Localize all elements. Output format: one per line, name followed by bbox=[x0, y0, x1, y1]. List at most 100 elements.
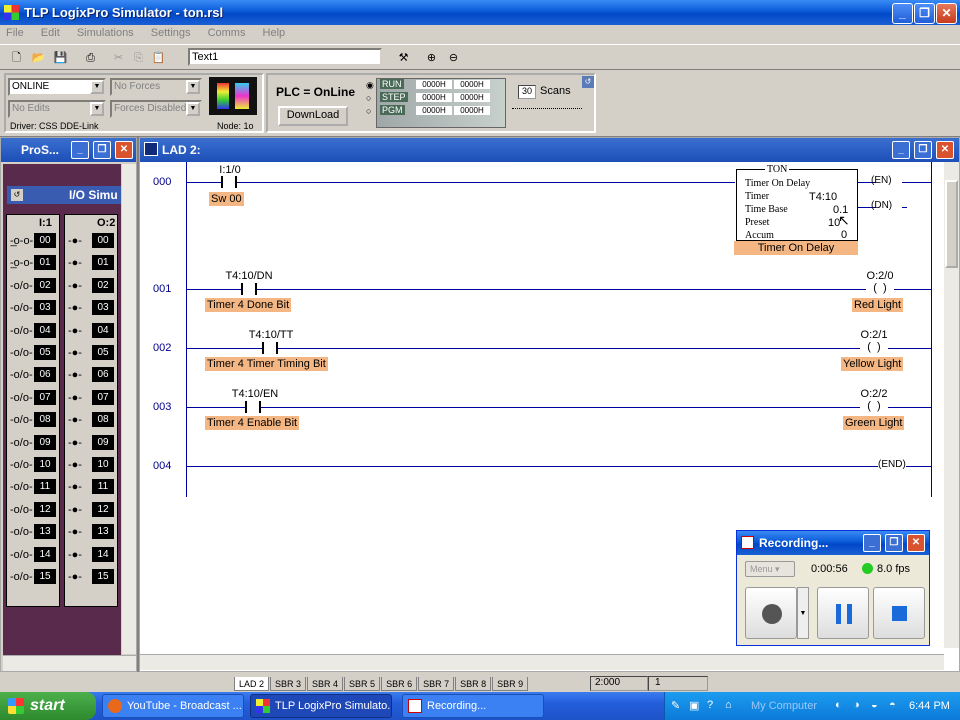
tray-icon[interactable]: ⌂ bbox=[725, 699, 732, 711]
ton-instruction[interactable]: TON Timer On Delay Timer T4:10 Time Base… bbox=[736, 164, 858, 241]
taskbar-item-recording[interactable]: Recording... bbox=[402, 694, 544, 718]
io-subtitle-bar: I/O Simu bbox=[7, 186, 121, 204]
xic-contact[interactable] bbox=[245, 401, 261, 413]
tab-sbr9[interactable]: SBR 9 bbox=[492, 677, 529, 691]
input-switch-row[interactable]: -o/o- 07 bbox=[7, 389, 61, 412]
io-hscrollbar[interactable] bbox=[3, 655, 136, 671]
input-switch-row[interactable]: -o/o- 15 bbox=[7, 569, 61, 591]
input-switch-row[interactable]: -o/o- 05 bbox=[7, 345, 61, 367]
copy-icon[interactable]: ⎘ bbox=[128, 49, 149, 68]
pgm-radio[interactable]: ○ bbox=[366, 106, 371, 116]
input-switch-row[interactable]: -o/o- 09 bbox=[7, 434, 61, 457]
tab-sbr3[interactable]: SBR 3 bbox=[270, 677, 307, 691]
ote-coil[interactable]: ( ) bbox=[860, 400, 888, 414]
close-button[interactable]: ✕ bbox=[936, 141, 954, 159]
mode-select[interactable]: ONLINE ▼ bbox=[8, 78, 106, 96]
input-switch-row[interactable]: -o/o- 06 bbox=[7, 367, 61, 389]
tray-icon[interactable]: ◐ bbox=[835, 699, 842, 711]
input-switch-row[interactable]: -o/o- 04 bbox=[7, 322, 61, 345]
menu-edit[interactable]: Edit bbox=[41, 27, 60, 39]
forces-select[interactable]: No Forces ▼ bbox=[110, 78, 202, 96]
input-switch-row[interactable]: -o/o- 12 bbox=[7, 501, 61, 524]
cut-icon[interactable]: ✂ bbox=[108, 49, 129, 68]
input-switch-row[interactable]: -o/o- 08 bbox=[7, 412, 61, 434]
minimize-button[interactable]: _ bbox=[892, 3, 913, 24]
maximize-button[interactable]: ❐ bbox=[885, 534, 903, 552]
minimize-button[interactable]: _ bbox=[892, 141, 910, 159]
taskbar-item-youtube[interactable]: YouTube - Broadcast ... bbox=[102, 694, 244, 718]
tab-sbr8[interactable]: SBR 8 bbox=[455, 677, 492, 691]
tab-sbr6[interactable]: SBR 6 bbox=[381, 677, 418, 691]
input-switch-row[interactable]: -o/o- 14 bbox=[7, 546, 61, 569]
text-field[interactable]: Text1 bbox=[188, 48, 382, 66]
input-switch-row[interactable]: -o/o- 02 bbox=[7, 277, 61, 300]
maximize-button[interactable]: ❐ bbox=[914, 141, 932, 159]
tray-icon[interactable]: ◓ bbox=[889, 699, 896, 711]
input-switch-row[interactable]: -o/o- 11 bbox=[7, 479, 61, 501]
start-button[interactable]: start bbox=[0, 692, 96, 720]
record-button[interactable] bbox=[745, 587, 797, 639]
run-radio[interactable]: ◉ bbox=[366, 80, 374, 91]
zoom-out-icon[interactable]: ⊖ bbox=[443, 49, 464, 68]
forces-enabled-select[interactable]: Forces Disabled ▼ bbox=[110, 100, 202, 118]
zoom-in-icon[interactable]: ⊕ bbox=[421, 49, 442, 68]
input-switch-row[interactable]: -o/o- 03 bbox=[7, 300, 61, 322]
scroll-thumb[interactable] bbox=[945, 180, 958, 268]
io-vscrollbar[interactable] bbox=[122, 164, 136, 654]
input-switch-row[interactable]: -̲o‑o- 01 bbox=[7, 255, 61, 277]
save-icon[interactable]: 💾 bbox=[50, 49, 71, 68]
tab-sbr4[interactable]: SBR 4 bbox=[307, 677, 344, 691]
input-switch-row[interactable]: -̲o‑o- 00 bbox=[7, 233, 61, 255]
menu-settings[interactable]: Settings bbox=[151, 27, 191, 39]
xic-contact[interactable] bbox=[262, 342, 278, 354]
tray-icon[interactable]: ✎ bbox=[671, 699, 680, 712]
otе-coil[interactable]: ( ) bbox=[866, 282, 894, 296]
menu-help[interactable]: Help bbox=[263, 27, 286, 39]
scan-slider[interactable] bbox=[512, 105, 582, 109]
new-file-icon[interactable]: 🗋 bbox=[6, 49, 27, 68]
ladder-vscrollbar[interactable] bbox=[944, 162, 959, 648]
close-button[interactable]: ✕ bbox=[907, 534, 925, 552]
tray-icon[interactable]: ▣ bbox=[689, 699, 699, 712]
menu-file[interactable]: File bbox=[6, 27, 24, 39]
input-switch-row[interactable]: -o/o- 10 bbox=[7, 457, 61, 479]
xic-contact[interactable] bbox=[241, 283, 257, 295]
ote-coil[interactable]: ( ) bbox=[860, 341, 888, 355]
my-computer-label[interactable]: My Computer bbox=[751, 700, 817, 712]
tab-sbr7[interactable]: SBR 7 bbox=[418, 677, 455, 691]
paste-icon[interactable]: 📋 bbox=[148, 49, 169, 68]
hex-display: 0000H bbox=[454, 93, 490, 102]
taskbar-item-logixpro[interactable]: TLP LogixPro Simulato... bbox=[250, 694, 392, 718]
menu-comms[interactable]: Comms bbox=[208, 27, 246, 39]
tray-icon[interactable]: ? bbox=[707, 699, 713, 711]
open-folder-icon[interactable]: 📂 bbox=[28, 49, 49, 68]
close-button[interactable]: ✕ bbox=[936, 3, 957, 24]
scans-value[interactable]: 30 bbox=[518, 85, 536, 99]
refresh-icon[interactable]: ↺ bbox=[11, 189, 23, 201]
pause-button[interactable] bbox=[817, 587, 869, 639]
print-icon[interactable]: ⎙ bbox=[80, 49, 101, 68]
xic-contact[interactable] bbox=[221, 176, 237, 188]
maximize-button[interactable]: ❐ bbox=[93, 141, 111, 159]
tray-icon[interactable]: ◑ bbox=[853, 699, 860, 711]
edits-select[interactable]: No Edits ▼ bbox=[8, 100, 106, 118]
menu-simulations[interactable]: Simulations bbox=[77, 27, 134, 39]
recording-menu-button[interactable]: Menu ▾ bbox=[745, 561, 795, 577]
record-dropdown[interactable]: ▼ bbox=[797, 587, 809, 639]
download-button[interactable]: DownLoad bbox=[278, 106, 348, 126]
stop-button[interactable] bbox=[873, 587, 925, 639]
collapse-icon[interactable]: ↺ bbox=[582, 76, 594, 88]
close-button[interactable]: ✕ bbox=[115, 141, 133, 159]
tools-icon[interactable]: ⚒ bbox=[393, 49, 414, 68]
tray-icon[interactable]: ◒ bbox=[871, 699, 878, 711]
ladder-hscrollbar[interactable] bbox=[140, 654, 944, 670]
maximize-button[interactable]: ❐ bbox=[914, 3, 935, 24]
input-switch-row[interactable]: -o/o- 13 bbox=[7, 524, 61, 546]
step-radio[interactable]: ○ bbox=[366, 93, 371, 103]
chevron-down-icon: ▼ bbox=[90, 80, 104, 94]
minimize-button[interactable]: _ bbox=[71, 141, 89, 159]
minimize-button[interactable]: _ bbox=[863, 534, 881, 552]
contact-address: I:1/0 bbox=[219, 164, 241, 176]
tab-sbr5[interactable]: SBR 5 bbox=[344, 677, 381, 691]
tab-lad2[interactable]: LAD 2 bbox=[234, 677, 270, 691]
